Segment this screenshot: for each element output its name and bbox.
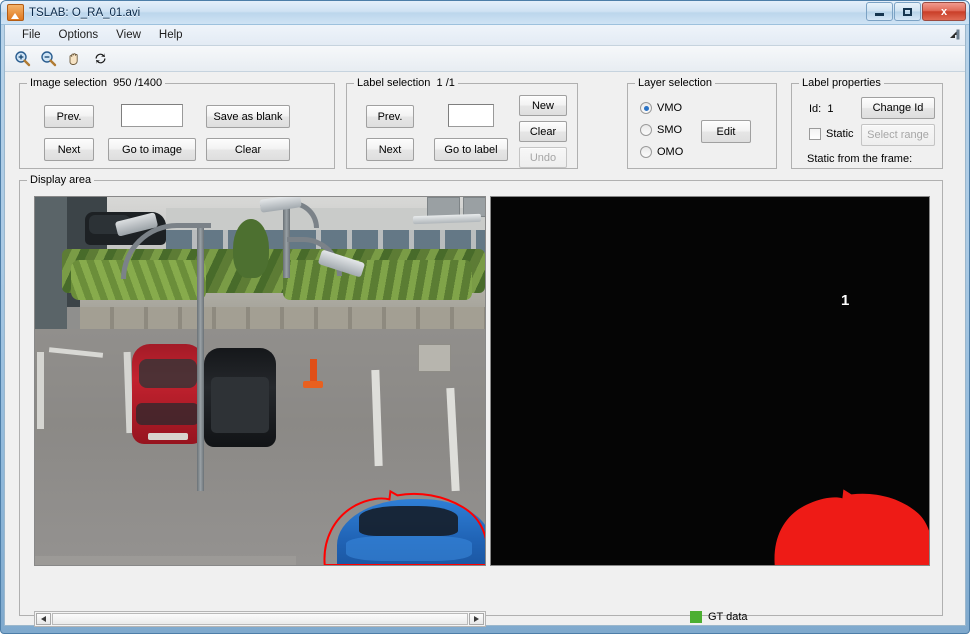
select-range-button: Select range (861, 124, 935, 146)
image-clear-button[interactable]: Clear (206, 138, 290, 161)
label-mask-view[interactable]: 1 (490, 196, 930, 566)
static-label: Static (826, 128, 854, 140)
zoom-in-icon[interactable] (10, 47, 34, 71)
layer-radio-omo[interactable]: OMO (640, 146, 683, 158)
label-next-button[interactable]: Next (366, 138, 414, 161)
label-clear-button[interactable]: Clear (519, 121, 567, 142)
legend: GT data (690, 611, 748, 623)
static-checkbox-row[interactable]: Static (809, 128, 854, 140)
label-properties-title: Label properties (799, 77, 884, 89)
application-window: TSLAB: O_RA_01.avi x File Options View H… (0, 0, 970, 634)
layer-selection-title: Layer selection (635, 77, 715, 89)
close-icon: x (923, 3, 965, 20)
tool-bar (5, 46, 965, 72)
image-number-input[interactable] (121, 104, 183, 127)
window-controls: x (865, 2, 966, 22)
image-selection-label: Image selection (30, 77, 107, 89)
window-title: TSLAB: O_RA_01.avi (29, 7, 140, 19)
display-area-title: Display area (27, 174, 94, 186)
scrollbar-thumb[interactable] (52, 613, 468, 625)
menu-file[interactable]: File (13, 27, 50, 43)
save-as-blank-button[interactable]: Save as blank (206, 105, 290, 128)
undock-arrow-icon[interactable] (949, 29, 960, 40)
label-prev-button[interactable]: Prev. (366, 105, 414, 128)
label-properties-panel: Label properties Id: 1 Change Id Static … (791, 83, 943, 169)
minimize-icon (867, 3, 892, 20)
scroll-right-icon[interactable] (469, 613, 484, 625)
change-id-button[interactable]: Change Id (861, 97, 935, 119)
menu-help[interactable]: Help (150, 27, 192, 43)
label-undo-button: Undo (519, 147, 567, 168)
radio-smo-icon (640, 124, 652, 136)
video-frame-view[interactable] (34, 196, 486, 566)
menu-options[interactable]: Options (50, 27, 108, 43)
static-from-frame-label: Static from the frame: (807, 153, 912, 165)
maximize-icon (895, 3, 920, 20)
menu-view[interactable]: View (107, 27, 150, 43)
layer-radio-smo[interactable]: SMO (640, 124, 682, 136)
radio-vmo-icon (640, 102, 652, 114)
display-horizontal-scrollbar[interactable] (34, 611, 486, 627)
minimize-button[interactable] (866, 2, 893, 21)
layer-edit-button[interactable]: Edit (701, 120, 751, 143)
gt-data-label: GT data (708, 611, 748, 623)
annotation-contour (35, 197, 485, 565)
matlab-icon (7, 4, 24, 21)
go-to-image-button[interactable]: Go to image (108, 138, 196, 161)
go-to-label-button[interactable]: Go to label (434, 138, 508, 161)
layer-vmo-label: VMO (657, 102, 682, 114)
label-selection-counter: 1 /1 (437, 77, 455, 89)
mask-blob-id-label: 1 (841, 292, 849, 309)
layer-omo-label: OMO (657, 146, 683, 158)
layer-radio-vmo[interactable]: VMO (640, 102, 682, 114)
display-area-panel: Display area (19, 180, 943, 616)
menu-bar: File Options View Help (5, 25, 965, 46)
layer-selection-panel: Layer selection VMO SMO OMO Edit (627, 83, 777, 169)
gt-data-swatch (690, 611, 702, 623)
video-frame-image (35, 197, 485, 565)
radio-omo-icon (640, 146, 652, 158)
image-selection-counter: 950 /1400 (113, 77, 162, 89)
title-bar: TSLAB: O_RA_01.avi x (1, 1, 969, 25)
static-checkbox-icon (809, 128, 821, 140)
label-new-button[interactable]: New (519, 95, 567, 116)
label-id-value: 1 (827, 103, 833, 115)
label-id-row: Id: 1 (809, 103, 833, 115)
layer-smo-label: SMO (657, 124, 682, 136)
restore-view-icon[interactable] (88, 47, 112, 71)
client-area: File Options View Help (4, 25, 966, 626)
zoom-out-icon[interactable] (36, 47, 60, 71)
image-prev-button[interactable]: Prev. (44, 105, 94, 128)
scroll-left-icon[interactable] (36, 613, 51, 625)
label-selection-label: Label selection (357, 77, 430, 89)
image-selection-title: Image selection 950 /1400 (27, 77, 165, 89)
label-selection-panel: Label selection 1 /1 Prev. Next Go to la… (346, 83, 578, 169)
label-selection-title: Label selection 1 /1 (354, 77, 458, 89)
label-number-input[interactable] (448, 104, 494, 127)
image-next-button[interactable]: Next (44, 138, 94, 161)
pan-hand-icon[interactable] (62, 47, 86, 71)
close-button[interactable]: x (922, 2, 966, 21)
label-mask-blob (491, 197, 929, 565)
image-selection-panel: Image selection 950 /1400 Prev. Next Go … (19, 83, 335, 169)
maximize-button[interactable] (894, 2, 921, 21)
label-id-caption: Id: (809, 103, 821, 115)
